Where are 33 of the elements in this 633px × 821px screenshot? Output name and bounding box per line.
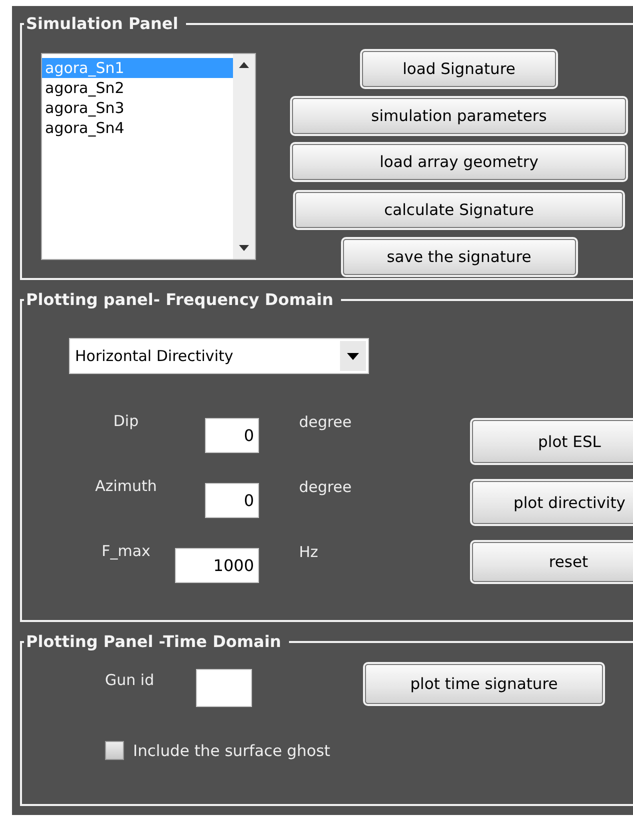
plot-button[interactable]: plot directivity: [472, 481, 633, 524]
input-field[interactable]: 1000: [175, 548, 259, 583]
field-label: F_max: [100, 542, 152, 560]
action-button[interactable]: simulation parameters: [292, 98, 626, 134]
unit-label: degree: [299, 478, 353, 496]
action-button[interactable]: load Signature: [362, 51, 556, 87]
signature-listbox[interactable]: agora_Sn1 agora_Sn2 agora_Sn3 agora_Sn4: [41, 53, 256, 260]
field-label: Gun id: [105, 671, 156, 689]
unit-label: Hz: [299, 543, 320, 561]
input-field[interactable]: [196, 669, 252, 707]
plot-button[interactable]: reset: [472, 542, 633, 582]
list-item[interactable]: agora_Sn2: [42, 78, 233, 98]
field-label: Azimuth: [94, 477, 158, 495]
input-field[interactable]: 0: [205, 483, 259, 518]
scroll-down-icon[interactable]: [239, 245, 249, 251]
plot-button[interactable]: plot time signature: [365, 664, 603, 704]
action-button[interactable]: save the signature: [342, 239, 576, 275]
unit-label: degree: [299, 413, 353, 431]
input-field[interactable]: 0: [205, 418, 259, 453]
panel-title: Plotting panel- Frequency Domain: [25, 290, 334, 309]
list-item[interactable]: agora_Sn4: [42, 118, 233, 138]
panel-title: Plotting Panel -Time Domain: [25, 632, 282, 651]
plot-button[interactable]: plot ESL: [472, 420, 633, 463]
dropdown-arrow-icon: [347, 352, 359, 360]
checkbox[interactable]: [105, 741, 124, 760]
field-label: Dip: [112, 412, 140, 430]
panel-title: Simulation Panel: [25, 14, 180, 33]
action-button[interactable]: calculate Signature: [295, 192, 623, 228]
plot-type-dropdown[interactable]: Horizontal Directivity: [69, 338, 369, 374]
checkbox-label: Include the surface ghost: [133, 742, 330, 760]
list-item[interactable]: agora_Sn3: [42, 98, 233, 118]
action-button[interactable]: load array geometry: [292, 144, 626, 180]
scroll-up-icon[interactable]: [239, 62, 249, 68]
